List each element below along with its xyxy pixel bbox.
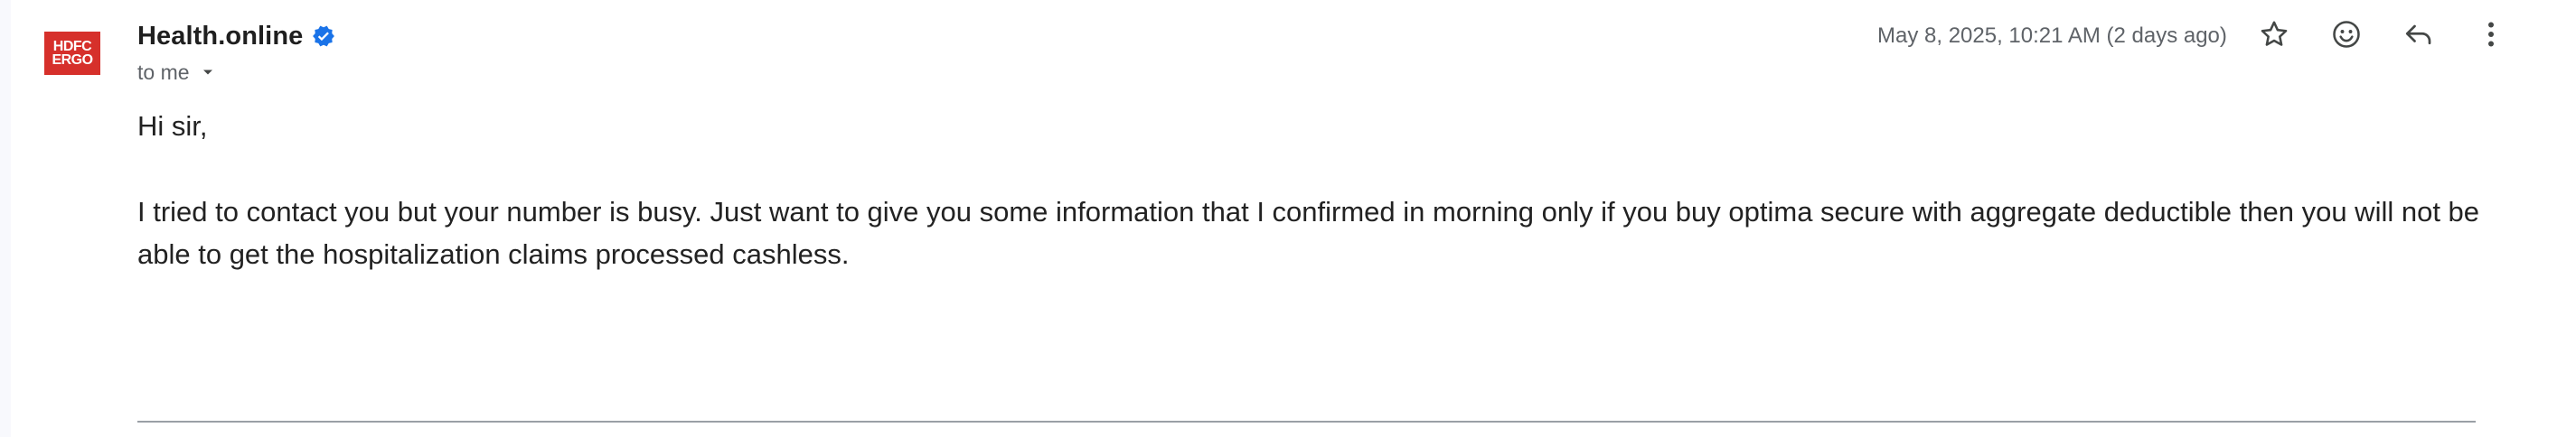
message-greeting: Hi sir, xyxy=(137,110,208,142)
reply-icon xyxy=(2402,18,2435,55)
message-body: Hi sir, I tried to contact you but your … xyxy=(137,105,2487,275)
sender-row: Health.online xyxy=(137,18,337,54)
emoji-icon xyxy=(2330,18,2363,55)
caret-down-icon[interactable] xyxy=(199,62,219,82)
star-button[interactable] xyxy=(2252,14,2296,58)
star-icon xyxy=(2258,18,2290,55)
recipient-label: to me xyxy=(137,60,190,84)
more-options-button[interactable] xyxy=(2469,14,2513,58)
add-reaction-button[interactable] xyxy=(2325,14,2368,58)
reply-button[interactable] xyxy=(2397,14,2440,58)
sender-avatar[interactable]: HDFC ERGO xyxy=(44,32,100,75)
avatar-text-line2: ERGO xyxy=(52,52,93,68)
avatar-text-line1: HDFC xyxy=(52,39,92,54)
recipient-details-toggle[interactable]: to me xyxy=(137,58,219,87)
sender-name[interactable]: Health.online xyxy=(137,22,303,51)
more-vert-icon xyxy=(2475,18,2507,55)
message-paragraph: I tried to contact you but your number i… xyxy=(137,196,2480,270)
message-date: May 8, 2025, 10:21 AM (2 days ago) xyxy=(1877,23,2227,48)
verified-badge-icon[interactable] xyxy=(312,23,337,49)
message-divider xyxy=(137,421,2476,423)
email-message: HDFC ERGO Health.online to me May 8, 202… xyxy=(11,0,2576,437)
